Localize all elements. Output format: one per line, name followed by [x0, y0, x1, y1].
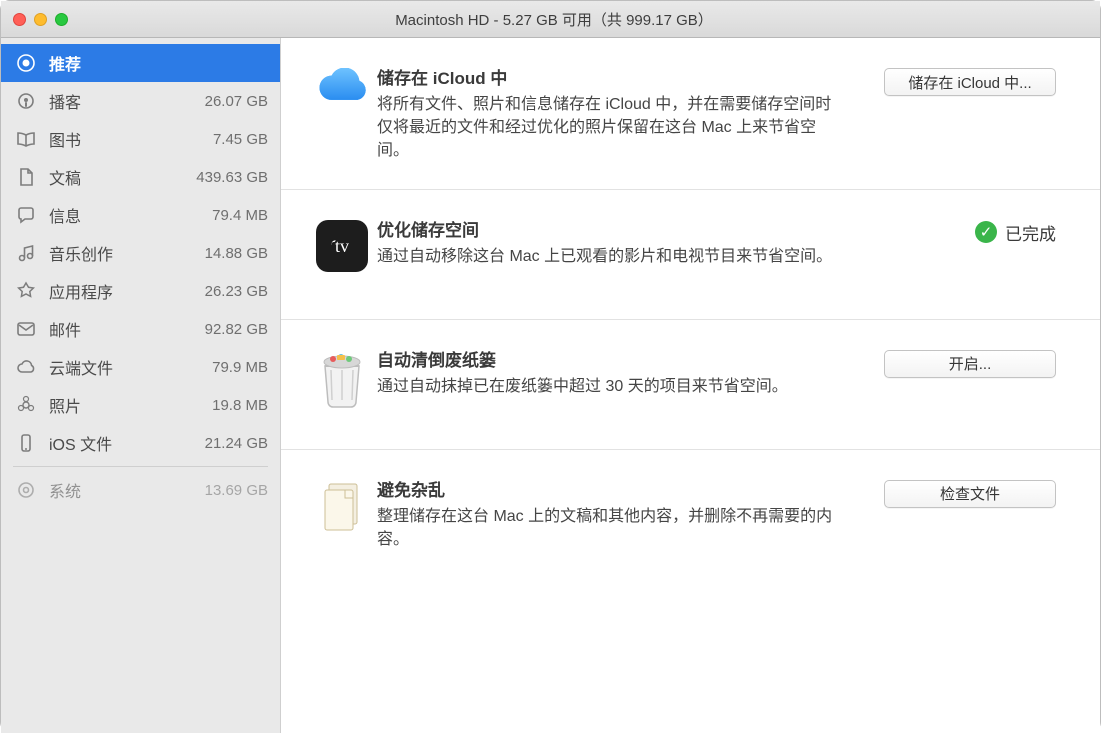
sidebar-item-size: 92.82 GB — [205, 321, 268, 338]
system-icon — [13, 480, 39, 500]
appletv-icon: tv — [307, 216, 377, 272]
optimize-status: ✓ 已完成 — [975, 220, 1056, 245]
sidebar-item-music-creation[interactable]: 音乐创作 14.88 GB — [1, 234, 280, 272]
store-in-icloud-button[interactable]: 储存在 iCloud 中... — [884, 68, 1056, 96]
mail-icon — [13, 319, 39, 339]
sidebar-divider — [13, 466, 268, 467]
sidebar-item-label: 音乐创作 — [49, 241, 205, 265]
sidebar-item-label: 云端文件 — [49, 355, 212, 379]
sidebar-item-podcasts[interactable]: 播客 26.07 GB — [1, 82, 280, 120]
recommendation-title: 避免杂乱 — [377, 476, 866, 501]
documents-icon — [13, 167, 39, 187]
sidebar-item-label: 信息 — [49, 203, 212, 227]
sidebar-item-apps[interactable]: 应用程序 26.23 GB — [1, 272, 280, 310]
sidebar: 推荐 播客 26.07 GB 图书 7.45 GB 文稿 439.63 GB — [1, 38, 281, 733]
window-controls — [13, 13, 68, 26]
cloud-icon — [13, 357, 39, 377]
check-icon: ✓ — [975, 221, 997, 243]
messages-icon — [13, 205, 39, 225]
sidebar-item-size: 439.63 GB — [196, 169, 268, 186]
sidebar-item-size: 13.69 GB — [205, 482, 268, 499]
sidebar-item-size: 26.07 GB — [205, 93, 268, 110]
sidebar-item-books[interactable]: 图书 7.45 GB — [1, 120, 280, 158]
sidebar-item-ios-files[interactable]: iOS 文件 21.24 GB — [1, 424, 280, 462]
books-icon — [13, 129, 39, 149]
recommendation-icloud: 储存在 iCloud 中 将所有文件、照片和信息储存在 iCloud 中，并在需… — [281, 38, 1100, 190]
recommendation-title: 优化储存空间 — [377, 216, 957, 241]
recommendation-description: 整理储存在这台 Mac 上的文稿和其他内容，并删除不再需要的内容。 — [377, 505, 847, 551]
photos-icon — [13, 395, 39, 415]
sidebar-item-mail[interactable]: 邮件 92.82 GB — [1, 310, 280, 348]
close-window-button[interactable] — [13, 13, 26, 26]
podcasts-icon — [13, 91, 39, 111]
documents-stack-icon — [307, 476, 377, 538]
sidebar-item-label: iOS 文件 — [49, 431, 205, 455]
music-creation-icon — [13, 243, 39, 263]
sidebar-item-photos[interactable]: 照片 19.8 MB — [1, 386, 280, 424]
sidebar-item-size: 79.4 MB — [212, 207, 268, 224]
sidebar-item-size: 14.88 GB — [205, 245, 268, 262]
minimize-window-button[interactable] — [34, 13, 47, 26]
title-bar: Macintosh HD - 5.27 GB 可用（共 999.17 GB） — [1, 1, 1100, 38]
turn-on-button[interactable]: 开启... — [884, 350, 1056, 378]
recommendation-title: 储存在 iCloud 中 — [377, 64, 866, 89]
ios-files-icon — [13, 433, 39, 453]
svg-text:tv: tv — [335, 236, 349, 256]
sidebar-item-label: 推荐 — [49, 51, 268, 75]
zoom-window-button[interactable] — [55, 13, 68, 26]
sidebar-item-label: 应用程序 — [49, 279, 205, 303]
sidebar-item-messages[interactable]: 信息 79.4 MB — [1, 196, 280, 234]
recommendations-panel: 储存在 iCloud 中 将所有文件、照片和信息储存在 iCloud 中，并在需… — [281, 38, 1100, 733]
window-title: Macintosh HD - 5.27 GB 可用（共 999.17 GB） — [68, 9, 1040, 30]
sidebar-item-size: 26.23 GB — [205, 283, 268, 300]
sidebar-item-size: 79.9 MB — [212, 359, 268, 376]
status-label: 已完成 — [1005, 220, 1056, 245]
recommendation-optimize: tv 优化储存空间 通过自动移除这台 Mac 上已观看的影片和电视节目来节省空间… — [281, 190, 1100, 320]
recommendation-empty-trash: 自动清倒废纸篓 通过自动抹掉已在废纸篓中超过 30 天的项目来节省空间。 开启.… — [281, 320, 1100, 450]
sidebar-item-recommendations[interactable]: 推荐 — [1, 44, 280, 82]
recommendation-reduce-clutter: 避免杂乱 整理储存在这台 Mac 上的文稿和其他内容，并删除不再需要的内容。 检… — [281, 450, 1100, 580]
sidebar-item-size: 7.45 GB — [213, 131, 268, 148]
sidebar-item-cloud-files[interactable]: 云端文件 79.9 MB — [1, 348, 280, 386]
recommendation-description: 通过自动移除这台 Mac 上已观看的影片和电视节目来节省空间。 — [377, 245, 847, 268]
sidebar-item-label: 系统 — [49, 478, 205, 502]
sidebar-item-label: 播客 — [49, 89, 205, 113]
recommendation-description: 通过自动抹掉已在废纸篓中超过 30 天的项目来节省空间。 — [377, 375, 847, 398]
sidebar-item-label: 图书 — [49, 127, 213, 151]
recommendation-title: 自动清倒废纸篓 — [377, 346, 866, 371]
sidebar-item-system[interactable]: 系统 13.69 GB — [1, 471, 280, 509]
sidebar-item-size: 21.24 GB — [205, 435, 268, 452]
sidebar-item-documents[interactable]: 文稿 439.63 GB — [1, 158, 280, 196]
trash-icon — [307, 346, 377, 408]
sidebar-item-label: 文稿 — [49, 165, 196, 189]
sidebar-item-label: 邮件 — [49, 317, 205, 341]
lightbulb-icon — [13, 53, 39, 73]
sidebar-item-size: 19.8 MB — [212, 397, 268, 414]
icloud-icon — [307, 64, 377, 104]
sidebar-item-label: 照片 — [49, 393, 212, 417]
main-area: 推荐 播客 26.07 GB 图书 7.45 GB 文稿 439.63 GB — [1, 38, 1100, 733]
review-files-button[interactable]: 检查文件 — [884, 480, 1056, 508]
recommendation-description: 将所有文件、照片和信息储存在 iCloud 中，并在需要储存空间时仅将最近的文件… — [377, 93, 847, 163]
apps-icon — [13, 281, 39, 301]
